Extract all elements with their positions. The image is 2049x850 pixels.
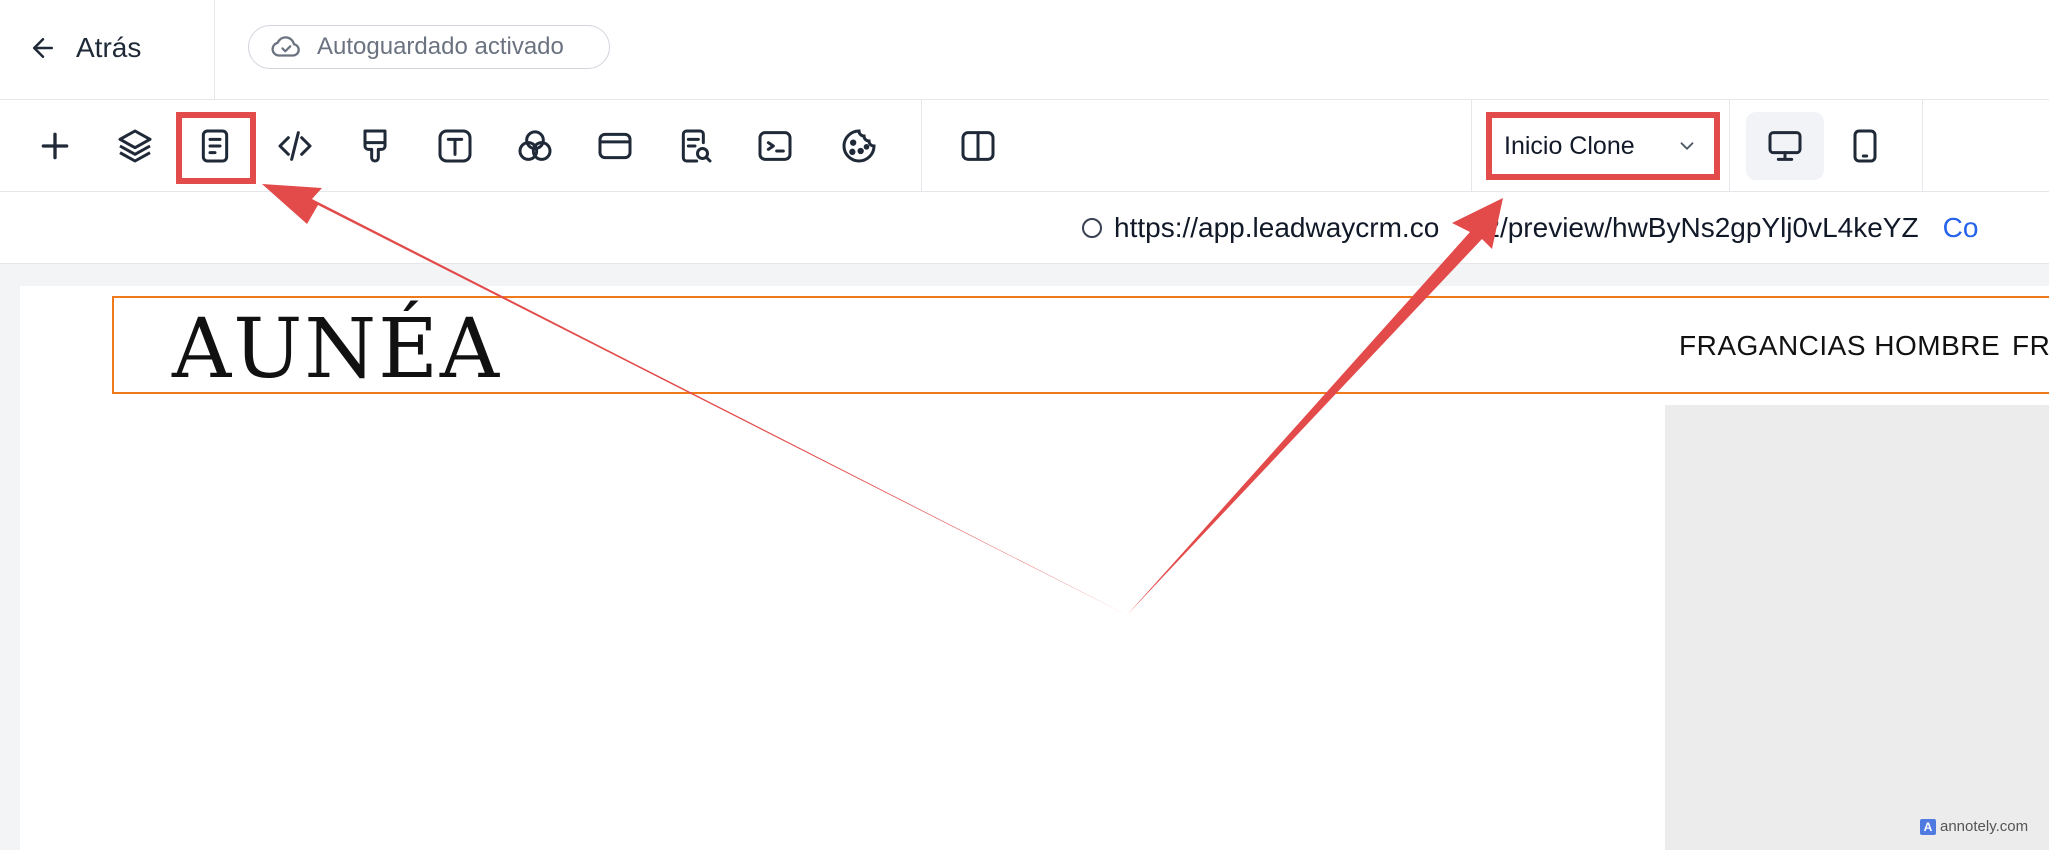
autosave-label: Autoguardado activado (317, 33, 564, 60)
plus-icon (41, 132, 69, 160)
preview-url-bar: https://app.leadwaycrm.co v2/preview/hwB… (0, 192, 2049, 264)
site-logo[interactable]: AUNÉA (172, 302, 501, 397)
page-settings-icon (201, 129, 229, 163)
watermark: A annotely.com (1920, 818, 2028, 835)
arrow-left-icon (33, 38, 53, 58)
layout-button[interactable] (583, 114, 647, 178)
watermark-text: annotely.com (1940, 818, 2029, 835)
typography-button[interactable] (423, 114, 487, 178)
layers-icon (118, 129, 152, 163)
divider (921, 100, 922, 192)
code-icon (278, 131, 312, 161)
url-wrapper: https://app.leadwaycrm.co v2/preview/hwB… (1082, 208, 1978, 248)
annotely-logo-icon: A (1920, 818, 1936, 835)
preview-url[interactable]: https://app.leadwaycrm.co v2/preview/hwB… (1114, 212, 1919, 244)
editor-root: Atrás Autoguardado activado Inicio Clone… (0, 0, 2049, 850)
cloud-check-icon (271, 36, 300, 57)
seo-button[interactable] (663, 114, 727, 178)
nav-item-truncated[interactable]: FRA (2012, 330, 2049, 362)
status-circle-icon (1082, 218, 1102, 238)
divider (1471, 100, 1472, 192)
browser-window-icon (598, 132, 632, 160)
back-button[interactable]: Atrás (28, 22, 141, 74)
terminal-icon (758, 131, 792, 161)
custom-code-button[interactable] (263, 114, 327, 178)
autosave-badge: Autoguardado activado (248, 25, 610, 69)
scripts-button[interactable] (743, 114, 807, 178)
copy-url-link[interactable]: Co (1943, 212, 1979, 244)
typography-icon (438, 129, 472, 163)
mobile-view-button[interactable] (1826, 112, 1904, 180)
cookies-button[interactable] (827, 114, 891, 178)
top-bar: Atrás Autoguardado activado (0, 0, 2049, 100)
split-view-button[interactable] (946, 114, 1010, 178)
desktop-view-button[interactable] (1746, 112, 1824, 180)
colors-icon (518, 130, 552, 161)
cookie-icon (842, 129, 876, 163)
divider (214, 0, 215, 100)
styles-button[interactable] (343, 114, 407, 178)
add-element-button[interactable] (23, 114, 87, 178)
divider (1729, 100, 1730, 192)
page-settings-button[interactable] (183, 114, 247, 178)
desktop-icon (1768, 131, 1802, 161)
back-label: Atrás (76, 32, 142, 63)
split-view-icon (961, 131, 995, 161)
divider (1922, 100, 1923, 192)
chevron-down-icon (1680, 142, 1694, 150)
layers-button[interactable] (103, 114, 167, 178)
hero-image-placeholder (1665, 405, 2049, 850)
page-selector-value: Inicio Clone (1504, 131, 1635, 160)
mobile-icon (1853, 129, 1877, 163)
nav-item-fragancias-hombre[interactable]: FRAGANCIAS HOMBRE (1679, 330, 2000, 362)
seo-search-icon (681, 129, 712, 163)
editor-toolbar: Inicio Clone (0, 100, 2049, 192)
colors-button[interactable] (503, 114, 567, 178)
brush-icon (363, 129, 387, 163)
page-selector-dropdown[interactable]: Inicio Clone (1492, 116, 1712, 176)
